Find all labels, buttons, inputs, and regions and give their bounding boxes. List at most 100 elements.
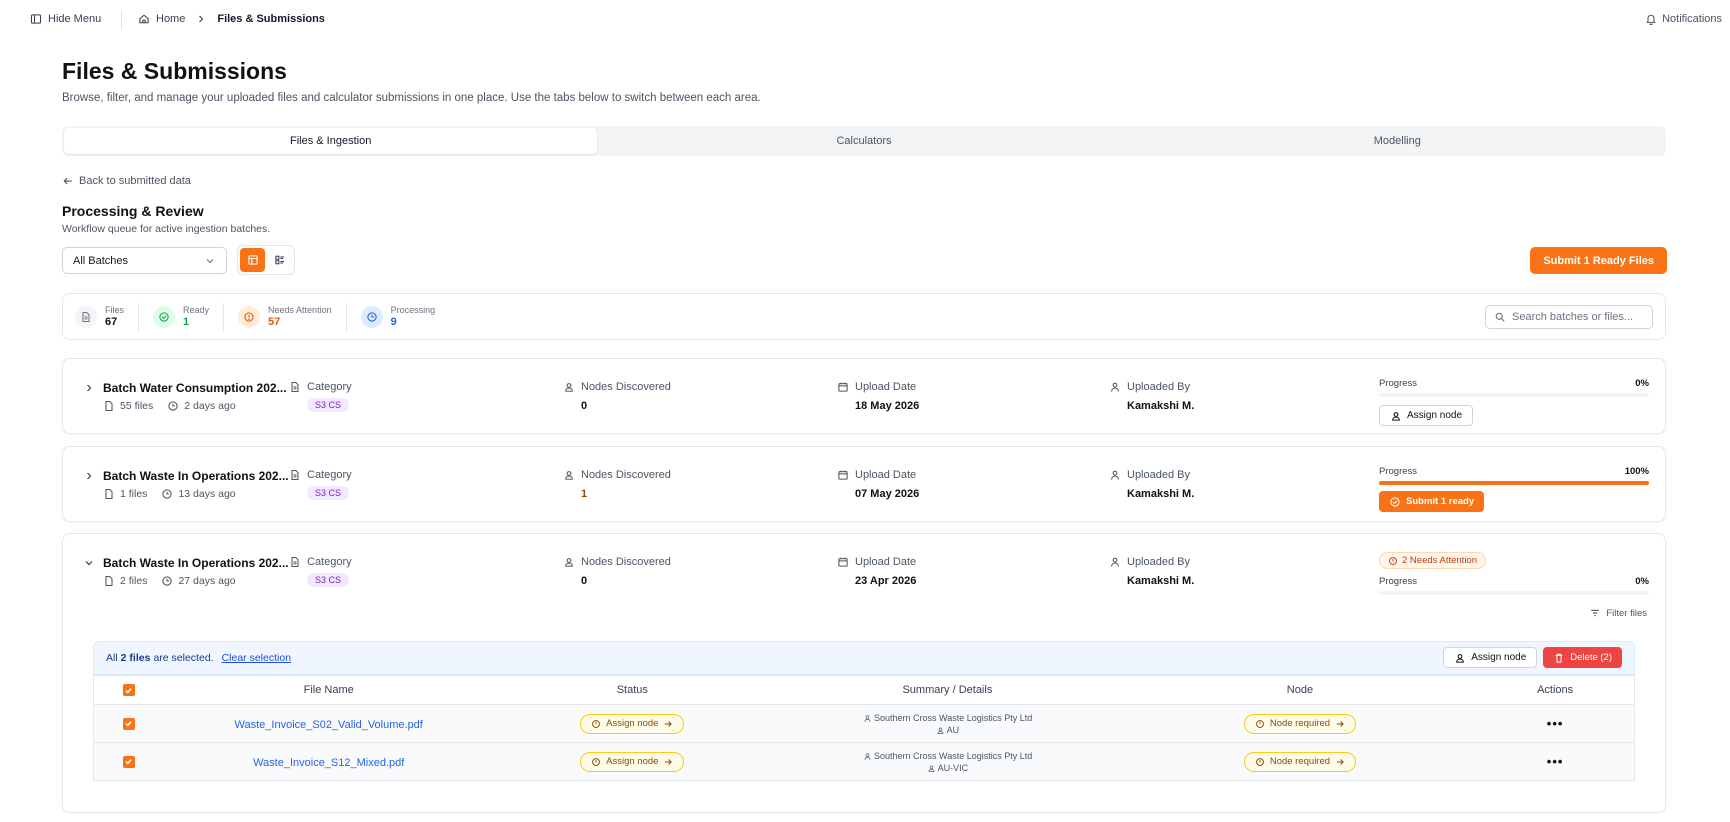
needs-attention-label: 2 Needs Attention xyxy=(1402,555,1477,566)
stat-value: 9 xyxy=(390,315,397,328)
progress-bar xyxy=(1379,393,1649,397)
bulk-assign-node-button[interactable]: Assign node xyxy=(1443,647,1538,668)
clock-icon xyxy=(161,575,173,587)
clock-icon xyxy=(360,305,383,328)
back-link[interactable]: Back to submitted data xyxy=(62,175,191,187)
page-title: Files & Submissions xyxy=(62,58,287,84)
list-view-button[interactable] xyxy=(267,248,292,272)
header-actions: Actions xyxy=(1537,684,1574,696)
user-nodes-icon xyxy=(563,381,575,393)
tab-calculators[interactable]: Calculators xyxy=(597,128,1130,154)
bell-icon xyxy=(1645,13,1657,25)
node-required-chip[interactable]: Node required xyxy=(1243,713,1357,734)
filter-files-button[interactable]: Filter files xyxy=(1589,607,1647,619)
category-column: Category S3 CS xyxy=(289,469,352,501)
breadcrumb-current: Files & Submissions xyxy=(217,13,325,25)
tab-files-ingestion[interactable]: Files & Ingestion xyxy=(64,128,598,154)
chevron-right-icon xyxy=(195,13,207,25)
user-icon xyxy=(1454,652,1466,664)
progress-percent: 0% xyxy=(1635,378,1649,389)
batch-meta: 55 files 2 days ago xyxy=(103,400,236,412)
file-name-link[interactable]: Waste_Invoice_S12_Mixed.pdf xyxy=(253,757,404,769)
top-bar: Hide Menu Home Files & Submissions Notif… xyxy=(0,0,1730,40)
category-label: Category xyxy=(307,469,352,481)
bulk-delete-button[interactable]: Delete (2) xyxy=(1543,647,1622,668)
header-file-name: File Name xyxy=(303,684,354,696)
batch-name[interactable]: Batch Waste In Operations 202... xyxy=(103,556,289,570)
clear-selection-link[interactable]: Clear selection xyxy=(222,652,291,664)
nodes-value: 0 xyxy=(581,400,588,412)
batch-card: Batch Waste In Operations 202... 1 files… xyxy=(62,446,1666,522)
location-icon xyxy=(936,726,945,735)
assign-node-label: Assign node xyxy=(1407,410,1463,421)
arrow-right-icon xyxy=(663,719,673,729)
sidebar-icon xyxy=(30,13,42,25)
stats-bar: Files 67 Ready 1 Needs Attention 57 Process… xyxy=(62,293,1666,340)
breadcrumb-home[interactable]: Home xyxy=(156,13,185,25)
notifications-button[interactable]: Notifications xyxy=(1645,13,1722,25)
submit-ready-button[interactable]: Submit 1 ready xyxy=(1379,491,1485,512)
row-checkbox[interactable] xyxy=(122,755,135,768)
batch-age: 2 days ago xyxy=(184,400,236,412)
node-label: Node required xyxy=(1269,756,1331,767)
uploader-name: Kamakshi M. xyxy=(1127,400,1195,412)
progress-percent: 100% xyxy=(1624,466,1649,477)
submit-ready-files-button[interactable]: Submit 1 Ready Files xyxy=(1530,247,1667,274)
document-icon xyxy=(289,469,301,481)
more-actions-button[interactable]: ••• xyxy=(1547,754,1564,769)
more-actions-button[interactable]: ••• xyxy=(1547,716,1564,731)
progress-label: Progress xyxy=(1379,466,1418,477)
upload-label: Upload Date xyxy=(855,381,917,393)
hide-menu-button[interactable]: Hide Menu xyxy=(30,13,101,25)
view-toggle xyxy=(237,245,295,275)
progress-label: Progress xyxy=(1379,575,1418,587)
category-column: Category S3 CS xyxy=(289,556,352,588)
category-column: Category S3 CS xyxy=(289,381,352,413)
select-all-checkbox[interactable] xyxy=(122,684,135,696)
search-input[interactable]: Search batches or files... xyxy=(1512,311,1633,323)
user-icon xyxy=(863,752,872,761)
category-pill: S3 CS xyxy=(307,486,350,500)
check-circle-icon xyxy=(1389,496,1401,508)
batch-age: 13 days ago xyxy=(178,488,236,500)
bulk-assign-label: Assign node xyxy=(1471,652,1527,663)
document-icon xyxy=(289,381,301,393)
assign-node-status-chip[interactable]: Assign node xyxy=(580,751,685,772)
chevron-right-icon[interactable] xyxy=(83,382,95,394)
progress-block: 2 Needs Attention Progress 0% xyxy=(1379,552,1649,595)
node-label: Node required xyxy=(1269,718,1331,729)
status-label: Assign node xyxy=(606,756,659,767)
alert-circle-icon xyxy=(591,719,601,729)
uploader-column: Uploaded By Kamakshi M. xyxy=(1109,469,1194,500)
section-subtitle: Workflow queue for active ingestion batc… xyxy=(62,223,271,235)
header-summary: Summary / Details xyxy=(902,684,993,696)
alert-circle-icon xyxy=(591,757,601,767)
assign-node-button[interactable]: Assign node xyxy=(1379,405,1474,426)
table-view-button[interactable] xyxy=(240,248,265,272)
list-icon xyxy=(274,254,286,266)
search-box[interactable]: Search batches or files... xyxy=(1485,305,1653,329)
chevron-right-icon[interactable] xyxy=(83,470,95,482)
batch-name[interactable]: Batch Water Consumption 202... xyxy=(103,381,287,395)
uploader-name: Kamakshi M. xyxy=(1127,488,1195,500)
batch-filter-select[interactable]: All Batches xyxy=(62,247,227,274)
summary-company-text: Southern Cross Waste Logistics Pty Ltd xyxy=(874,712,1033,723)
stat-label: Needs Attention xyxy=(268,304,332,315)
user-icon xyxy=(863,714,872,723)
assign-node-status-chip[interactable]: Assign node xyxy=(580,713,685,734)
chevron-down-icon xyxy=(204,255,216,267)
progress-bar xyxy=(1379,590,1649,595)
table-icon xyxy=(247,254,259,266)
chevron-down-icon[interactable] xyxy=(83,557,95,569)
nodes-value: 1 xyxy=(581,488,588,500)
table-row: Waste_Invoice_S12_Mixed.pdf Assign node … xyxy=(94,742,1634,780)
tab-modelling[interactable]: Modelling xyxy=(1131,128,1664,154)
bulk-delete-label: Delete (2) xyxy=(1570,652,1612,663)
clock-icon xyxy=(167,400,179,412)
file-name-link[interactable]: Waste_Invoice_S02_Valid_Volume.pdf xyxy=(235,719,423,731)
row-checkbox[interactable] xyxy=(122,717,135,730)
status-label: Assign node xyxy=(606,718,659,729)
batch-age: 27 days ago xyxy=(178,575,236,587)
batch-name[interactable]: Batch Waste In Operations 202... xyxy=(103,469,289,483)
node-required-chip[interactable]: Node required xyxy=(1243,751,1357,772)
